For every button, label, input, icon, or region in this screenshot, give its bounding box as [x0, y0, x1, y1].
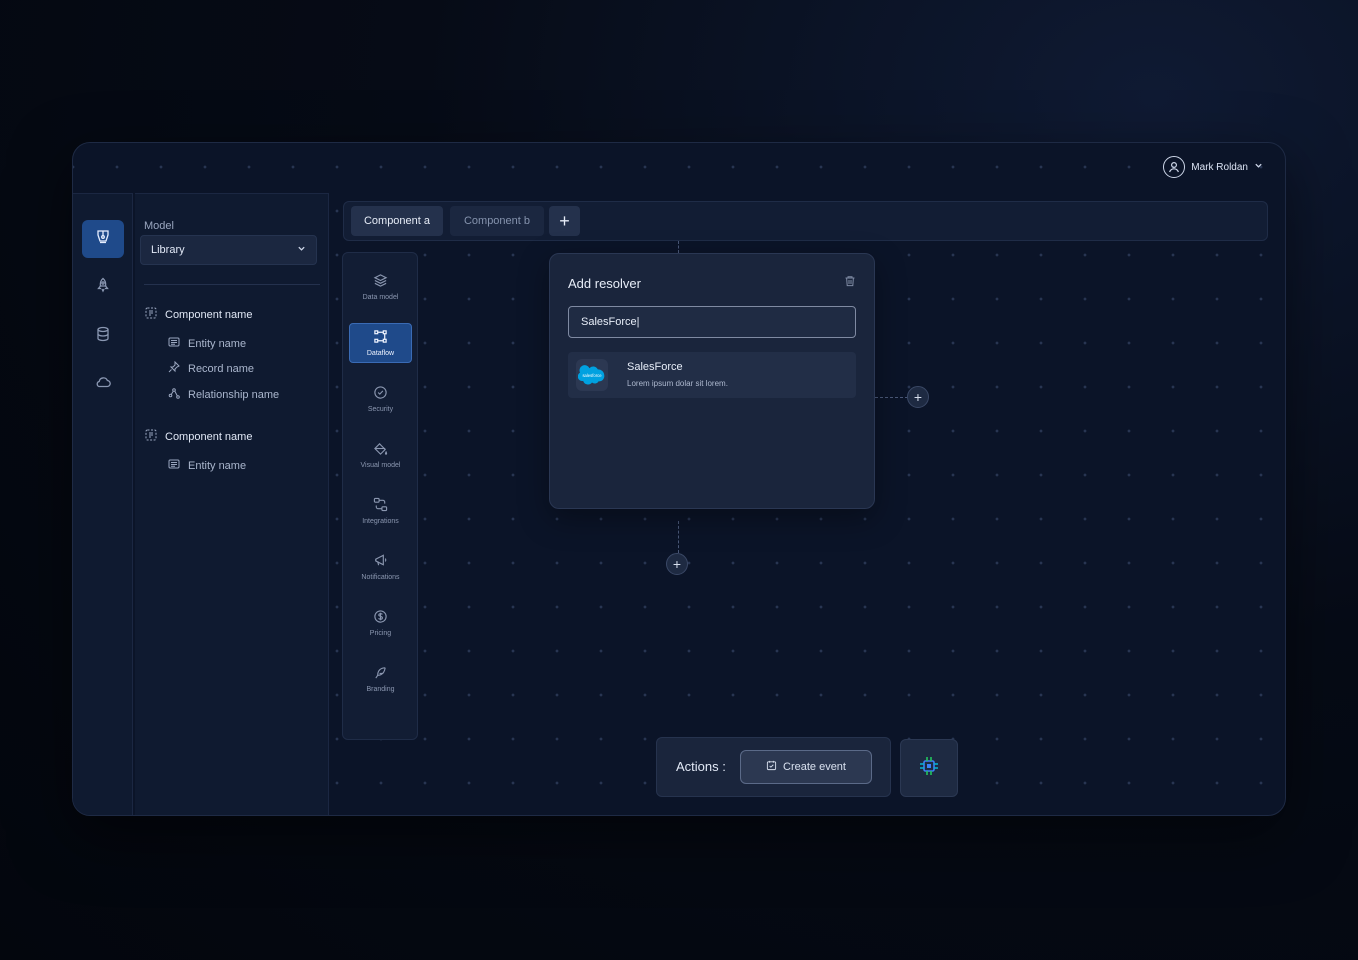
dataflow-icon	[373, 329, 388, 346]
tool-label: Integrations	[362, 518, 399, 525]
resolver-search-input[interactable]: SalesForce|	[568, 306, 856, 338]
ai-chip-button[interactable]	[900, 739, 958, 797]
pin-icon	[168, 360, 180, 376]
rail-item-cloud[interactable]	[82, 365, 124, 403]
layers-icon	[373, 273, 388, 290]
result-name: SalesForce	[627, 361, 683, 373]
tool-label: Visual model	[360, 462, 401, 469]
model-select[interactable]: Library	[140, 235, 317, 265]
add-tab-button[interactable]: +	[549, 206, 580, 236]
tool-visual-model[interactable]: Visual model	[349, 435, 412, 475]
tree-item-entity[interactable]: Entity name	[168, 336, 246, 351]
tree-item-label: Record name	[188, 362, 255, 375]
tool-label: Security	[367, 406, 394, 413]
add-node-below-button[interactable]: +	[666, 553, 688, 575]
tree-item-label: Component name	[165, 430, 253, 443]
relationship-icon	[168, 387, 180, 402]
tree-item-label: Component name	[165, 308, 253, 321]
tool-integrations[interactable]: Integrations	[349, 491, 412, 531]
tool-security[interactable]: Security	[349, 379, 412, 419]
tree-item-label: Entity name	[188, 459, 247, 472]
tree-item-label: Relationship name	[188, 388, 280, 401]
tree-item-relationship[interactable]: Relationship name	[168, 387, 279, 402]
tab-component-a[interactable]: Component a	[351, 206, 443, 236]
chip-icon	[918, 755, 940, 782]
table-icon	[168, 458, 180, 473]
tree-item-label: Entity name	[188, 337, 247, 350]
trash-icon[interactable]	[844, 274, 856, 292]
connector-line	[678, 241, 679, 253]
megaphone-icon	[373, 553, 388, 570]
component-tabs-bar: Component a Component b +	[343, 201, 1268, 241]
tool-panel: Data model Dataflow Security Visual mode…	[342, 252, 418, 740]
actions-bar: Actions : Create event	[656, 737, 891, 797]
tool-branding[interactable]: Branding	[349, 659, 412, 699]
model-panel: Model Library Component name Entity name…	[135, 193, 329, 815]
tool-notifications[interactable]: Notifications	[349, 547, 412, 587]
tool-label: Notifications	[361, 574, 400, 581]
integrations-icon	[373, 497, 388, 514]
panel-divider	[144, 284, 320, 285]
result-description: Lorem ipsum dolar sit lorem.	[627, 379, 728, 388]
salesforce-logo-icon: salesforce	[576, 359, 608, 391]
app-window: Mark Roldan Model Library Component name…	[72, 142, 1286, 816]
tree-item-entity[interactable]: Entity name	[168, 458, 246, 473]
cloud-icon	[94, 374, 112, 395]
tool-label: Pricing	[369, 630, 392, 637]
dollar-coin-icon	[373, 609, 388, 626]
user-menu[interactable]: Mark Roldan	[1163, 155, 1263, 179]
chevron-down-icon	[297, 244, 306, 256]
resolver-result-item[interactable]: salesforce SalesForce Lorem ipsum dolar …	[568, 352, 856, 398]
tree-item-component[interactable]: Component name	[145, 429, 252, 444]
tree-item-record[interactable]: Record name	[168, 360, 255, 376]
resolver-title: Add resolver	[568, 276, 641, 291]
create-event-label: Create event	[783, 761, 846, 773]
actions-label: Actions :	[676, 759, 726, 774]
user-avatar-icon	[1163, 156, 1186, 178]
chevron-down-icon	[1254, 161, 1263, 173]
feather-icon	[373, 665, 388, 682]
connector-line	[678, 521, 679, 553]
tab-component-b[interactable]: Component b	[450, 206, 544, 236]
component-icon	[145, 307, 157, 322]
connector-line	[875, 397, 908, 398]
tool-dataflow[interactable]: Dataflow	[349, 323, 412, 363]
create-event-button[interactable]: Create event	[740, 750, 872, 784]
tool-label: Data model	[362, 294, 399, 301]
tool-label: Branding	[366, 686, 395, 693]
model-select-value: Library	[151, 244, 185, 256]
salesforce-logo-text: salesforce	[582, 373, 602, 378]
tool-pricing[interactable]: Pricing	[349, 603, 412, 643]
paint-bucket-icon	[373, 441, 388, 458]
tool-label: Dataflow	[366, 350, 395, 357]
table-icon	[168, 336, 180, 351]
calendar-check-icon	[766, 760, 777, 774]
add-resolver-card: Add resolver SalesForce| salesforce Sale…	[549, 253, 875, 509]
database-icon	[95, 326, 111, 347]
rail-item-launch[interactable]	[82, 268, 124, 306]
rail-item-database[interactable]	[82, 317, 124, 355]
user-name: Mark Roldan	[1191, 161, 1248, 173]
component-icon	[145, 429, 157, 444]
pen-tool-icon	[95, 229, 111, 250]
shield-icon	[373, 385, 388, 402]
tree-item-component[interactable]: Component name	[145, 307, 252, 322]
model-label: Model	[144, 220, 174, 232]
icon-rail	[73, 193, 133, 815]
rocket-icon	[95, 277, 111, 298]
add-node-right-button[interactable]: +	[907, 386, 929, 408]
tool-data-model[interactable]: Data model	[349, 267, 412, 307]
rail-item-design[interactable]	[82, 220, 124, 258]
